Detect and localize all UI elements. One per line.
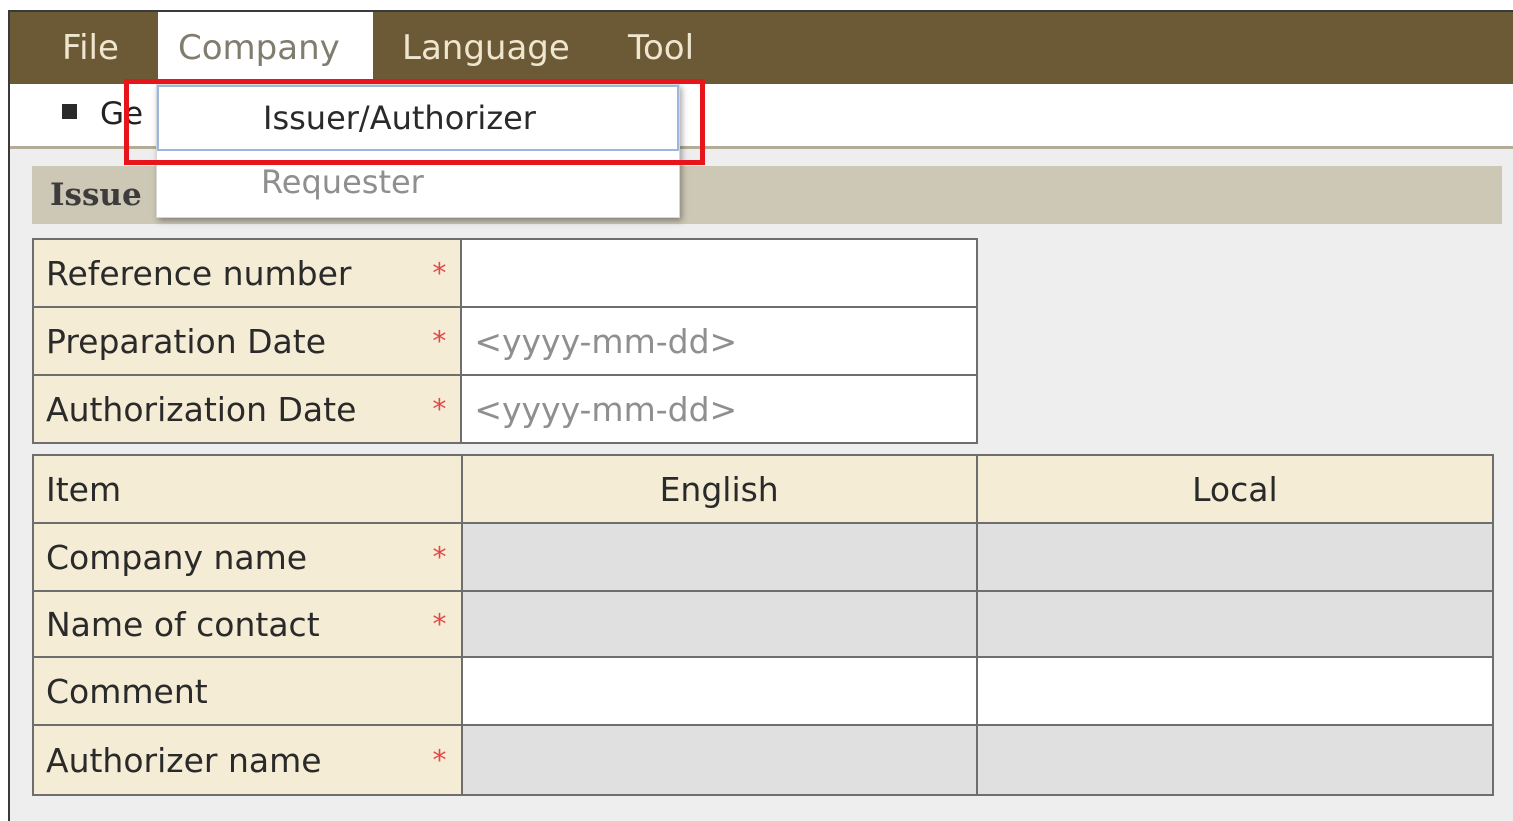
- dropdown-item-issuer-authorizer[interactable]: Issuer/Authorizer: [157, 85, 679, 151]
- required-mark: *: [432, 607, 447, 641]
- required-mark: *: [432, 743, 447, 777]
- row-label-text: Name of contact: [46, 604, 320, 644]
- preparation-date-input[interactable]: <yyyy-mm-dd>: [460, 306, 978, 376]
- company-name-english-field[interactable]: [460, 522, 978, 592]
- row-label: Name of contact *: [32, 590, 463, 658]
- subbar-label[interactable]: Ge: [100, 94, 143, 134]
- table-row: Name of contact *: [32, 590, 1495, 658]
- form-label: Preparation Date *: [31, 306, 463, 376]
- row-label-text: Comment: [46, 671, 208, 711]
- form-label-text: Reference number: [46, 253, 352, 293]
- menu-file[interactable]: File: [42, 12, 139, 84]
- form-row: Preparation Date * <yyyy-mm-dd>: [31, 306, 978, 376]
- comment-local-field[interactable]: [975, 656, 1495, 726]
- form-label: Reference number *: [31, 238, 463, 308]
- app-window: File Company Language Tool Ge Issue Refe…: [8, 10, 1513, 821]
- top-form-table: Reference number * Preparation Date * <y…: [31, 238, 978, 444]
- square-bullet-icon: [62, 104, 77, 119]
- comment-english-field[interactable]: [460, 656, 978, 726]
- table-row: Authorizer name *: [32, 724, 1495, 796]
- row-label: Authorizer name *: [32, 724, 463, 796]
- column-header-english: English: [460, 454, 978, 524]
- required-mark: *: [432, 256, 447, 290]
- company-dropdown-menu: Issuer/Authorizer Requester: [156, 84, 680, 218]
- form-row: Authorization Date * <yyyy-mm-dd>: [31, 374, 978, 444]
- row-label: Company name *: [32, 522, 463, 592]
- table-row: Company name *: [32, 522, 1495, 592]
- row-label-text: Company name: [46, 537, 308, 577]
- dropdown-item-requester[interactable]: Requester: [157, 151, 679, 217]
- authorization-date-input[interactable]: <yyyy-mm-dd>: [460, 374, 978, 444]
- menu-company[interactable]: Company: [158, 12, 373, 84]
- authorizer-name-local-field[interactable]: [975, 724, 1495, 796]
- row-label-text: Authorizer name: [46, 740, 322, 780]
- column-header-local: Local: [975, 454, 1495, 524]
- form-label-text: Authorization Date: [46, 389, 357, 429]
- required-mark: *: [432, 392, 447, 426]
- section-title: Issue: [50, 177, 142, 213]
- menu-tool[interactable]: Tool: [608, 12, 714, 84]
- table-row: Comment: [32, 656, 1495, 726]
- authorizer-name-english-field[interactable]: [460, 724, 978, 796]
- form-row: Reference number *: [31, 238, 978, 308]
- company-name-local-field[interactable]: [975, 522, 1495, 592]
- form-label-text: Preparation Date: [46, 321, 327, 361]
- item-table: Item English Local Company name * Name o…: [32, 454, 1495, 796]
- contact-name-local-field[interactable]: [975, 590, 1495, 658]
- menu-language[interactable]: Language: [382, 12, 590, 84]
- column-header-item: Item: [32, 454, 463, 524]
- table-header-row: Item English Local: [32, 454, 1495, 524]
- row-label: Comment: [32, 656, 463, 726]
- menu-bar: File Company Language Tool: [10, 12, 1513, 84]
- required-mark: *: [432, 540, 447, 574]
- reference-number-input[interactable]: [460, 238, 978, 308]
- contact-name-english-field[interactable]: [460, 590, 978, 658]
- required-mark: *: [432, 324, 447, 358]
- form-label: Authorization Date *: [31, 374, 463, 444]
